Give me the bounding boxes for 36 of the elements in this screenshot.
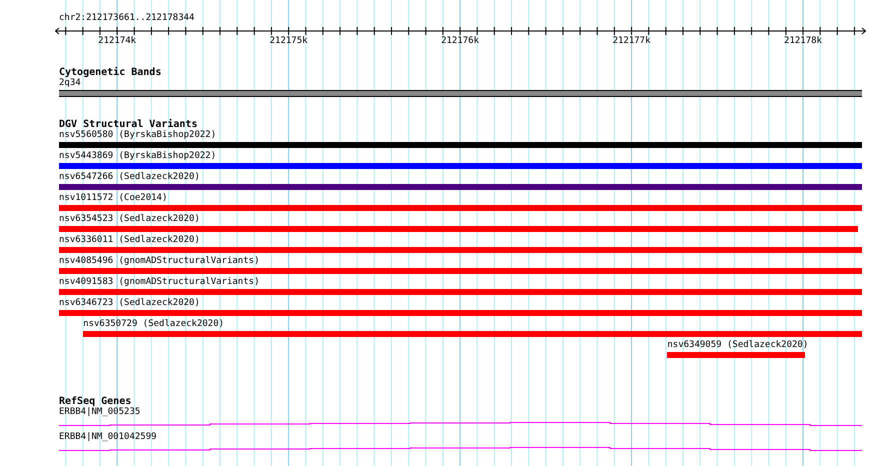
gene-intron-line[interactable]: [59, 422, 862, 426]
tick-label: 212178k: [784, 36, 822, 46]
variant-bar[interactable]: [59, 310, 862, 316]
variant-bar[interactable]: [83, 331, 862, 337]
variant-label[interactable]: nsv6336011 (Sedlazeck2020): [59, 235, 862, 246]
variant-label[interactable]: nsv1011572 (Coe2014): [59, 193, 862, 204]
band-label: 2q34: [59, 78, 81, 89]
variant-label[interactable]: nsv5560580 (ByrskaBishop2022): [59, 130, 862, 141]
gene-label[interactable]: ERBB4|NM_005235: [59, 407, 140, 418]
location-label: chr2:212173661..212178344: [59, 13, 194, 24]
tick-label: 212175k: [270, 36, 308, 46]
gene-intron-line[interactable]: [59, 447, 862, 451]
variant-label[interactable]: nsv4085496 (gnomADStructuralVariants): [59, 256, 862, 267]
variant-label[interactable]: nsv5443869 (ByrskaBishop2022): [59, 151, 862, 162]
tick-label: 212177k: [612, 36, 650, 46]
variant-label[interactable]: nsv4091583 (gnomADStructuralVariants): [59, 277, 862, 288]
variant-bar[interactable]: [59, 268, 862, 274]
tick-label: 212174k: [98, 36, 136, 46]
variant-bar[interactable]: [59, 184, 862, 190]
variant-bar[interactable]: [667, 352, 806, 358]
variant-bar[interactable]: [59, 163, 862, 169]
variant-label[interactable]: nsv6547266 (Sedlazeck2020): [59, 172, 862, 183]
variant-bar[interactable]: [59, 142, 862, 148]
track-title: RefSeq Genes: [59, 396, 132, 407]
variant-bar[interactable]: [59, 205, 862, 211]
variant-label[interactable]: nsv6346723 (Sedlazeck2020): [59, 298, 862, 309]
variant-label[interactable]: nsv6350729 (Sedlazeck2020): [83, 319, 862, 330]
tick-label: 212176k: [441, 36, 480, 46]
variant-bar[interactable]: [59, 247, 862, 253]
gene-label[interactable]: ERBB4|NM_001042599: [59, 432, 157, 443]
variant-label[interactable]: nsv6349059 (Sedlazeck2020): [667, 340, 862, 351]
track-title: Cytogenetic Bands: [59, 67, 162, 78]
variant-bar[interactable]: [59, 289, 862, 295]
variant-bar[interactable]: [59, 226, 858, 232]
variant-label[interactable]: nsv6354523 (Sedlazeck2020): [59, 214, 862, 225]
track-title: DGV Structural Variants: [59, 119, 198, 130]
